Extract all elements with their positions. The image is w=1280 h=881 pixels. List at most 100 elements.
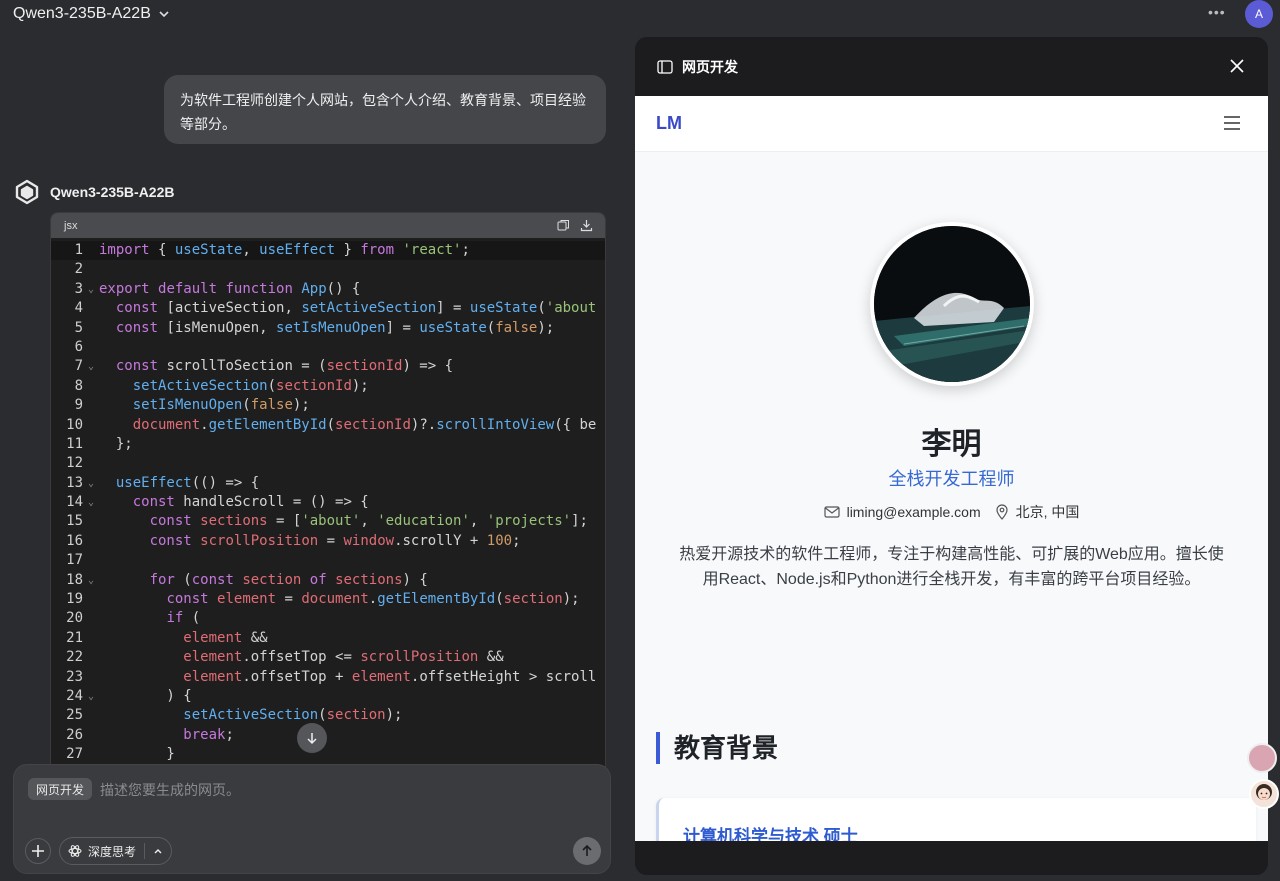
preview-panel: 网页开发 LM 李明 全栈开发工程师 liming@example.com 北京… — [635, 37, 1268, 875]
code-line: 11 }; — [51, 435, 605, 454]
menu-icon[interactable] — [1224, 116, 1240, 130]
line-number: 7 — [74, 358, 83, 375]
top-bar: Qwen3-235B-A22B ••• A — [0, 0, 1280, 30]
mode-chip[interactable]: 网页开发 — [28, 778, 93, 800]
location-item: 北京, 中国 — [995, 502, 1079, 522]
code-line: 18 ⌄ for (const section of sections) { — [51, 571, 605, 590]
email-item[interactable]: liming@example.com — [823, 502, 981, 522]
line-number: 14 — [66, 494, 83, 511]
code-text: const [isMenuOpen, setIsMenuOpen] = useS… — [115, 319, 555, 336]
scroll-down-button[interactable] — [297, 723, 327, 753]
line-number: 6 — [74, 338, 83, 355]
fold-chevron-icon[interactable]: ⌄ — [83, 474, 99, 493]
code-text: break; — [183, 726, 234, 743]
qwen-logo-icon — [15, 179, 39, 205]
code-text: setActiveSection(sectionId); — [132, 377, 369, 394]
fold-gutter — [83, 396, 99, 415]
line-number: 2 — [74, 261, 83, 278]
code-text: for (const section of sections) { — [149, 571, 428, 588]
download-icon[interactable] — [580, 219, 593, 232]
fold-gutter — [83, 706, 99, 725]
assistant-float-button[interactable] — [1247, 743, 1277, 773]
code-line: 27 } — [51, 745, 605, 764]
line-number: 4 — [74, 300, 83, 317]
line-number: 20 — [66, 610, 83, 627]
assistant-name: Qwen3-235B-A22B — [50, 184, 175, 200]
prompt-input[interactable]: 描述您要生成的网页。 — [100, 780, 240, 800]
education-section-title: 教育背景 — [656, 732, 778, 764]
fold-gutter — [83, 241, 99, 260]
line-number: 16 — [66, 532, 83, 549]
line-number: 27 — [66, 746, 83, 763]
code-line: 4 const [activeSection, setActiveSection… — [51, 299, 605, 318]
code-line: 10 document.getElementById(sectionId)?.s… — [51, 416, 605, 435]
panel-footer — [635, 841, 1268, 875]
line-number: 13 — [66, 474, 83, 491]
fold-gutter — [83, 319, 99, 338]
site-logo[interactable]: LM — [656, 113, 682, 134]
model-selector[interactable]: Qwen3-235B-A22B — [13, 5, 171, 23]
copy-icon[interactable] — [557, 219, 570, 232]
model-selector-label: Qwen3-235B-A22B — [13, 5, 151, 22]
user-message: 为软件工程师创建个人网站，包含个人介绍、教育背景、项目经验等部分。 — [164, 75, 606, 144]
more-horizontal-icon[interactable]: ••• — [1208, 4, 1226, 20]
line-number: 17 — [66, 552, 83, 569]
code-block: jsx 1 import { useState, useEffect } from… — [50, 212, 606, 767]
assistant-header: Qwen3-235B-A22B — [13, 178, 175, 206]
arrow-up-icon — [582, 844, 592, 856]
code-lines: 1 import { useState, useEffect } from 're… — [51, 238, 605, 765]
code-text: export default function App() { — [99, 280, 361, 297]
code-line: 9 setIsMenuOpen(false); — [51, 396, 605, 415]
code-line: 13 ⌄ useEffect(() => { — [51, 474, 605, 493]
fold-gutter — [83, 590, 99, 609]
code-text: useEffect(() => { — [115, 474, 260, 491]
fold-chevron-icon[interactable]: ⌄ — [83, 280, 99, 299]
fold-gutter — [83, 668, 99, 687]
fold-chevron-icon[interactable]: ⌄ — [83, 571, 99, 590]
fold-gutter — [83, 435, 99, 454]
fold-gutter — [83, 609, 99, 628]
code-text: if ( — [166, 610, 201, 627]
line-number: 15 — [66, 513, 83, 530]
fold-gutter — [83, 745, 99, 764]
education-degree: 计算机科学与技术 硕士 — [683, 827, 858, 841]
divider — [144, 843, 146, 859]
avatar[interactable]: A — [1245, 0, 1273, 28]
line-number: 21 — [66, 629, 83, 646]
code-line: 26 break; — [51, 726, 605, 745]
code-text: import { useState, useEffect } from 'rea… — [99, 242, 470, 258]
code-line: 22 element.offsetTop <= scrollPosition &… — [51, 648, 605, 667]
person-name: 李明 — [921, 428, 982, 461]
fold-chevron-icon[interactable]: ⌄ — [83, 687, 99, 706]
chevron-down-icon — [159, 11, 169, 18]
code-text: } — [99, 746, 175, 763]
email-text: liming@example.com — [846, 504, 981, 520]
fold-chevron-icon[interactable]: ⌄ — [83, 357, 99, 376]
code-block-header: jsx — [51, 213, 605, 238]
code-text: element.offsetTop <= scrollPosition && — [183, 649, 504, 666]
deep-think-label: 深度思考 — [88, 844, 137, 859]
mail-icon — [823, 506, 840, 518]
close-icon[interactable] — [1228, 57, 1246, 75]
code-text: element && — [183, 629, 268, 646]
send-button[interactable] — [573, 837, 601, 865]
map-pin-icon — [996, 504, 1008, 520]
website-preview[interactable]: LM 李明 全栈开发工程师 liming@example.com 北京, 中国 … — [635, 96, 1268, 841]
code-text: const element = document.getElementById(… — [166, 591, 580, 608]
line-number: 22 — [66, 649, 83, 666]
fold-gutter — [83, 299, 99, 318]
line-number: 5 — [74, 319, 83, 336]
line-number: 24 — [66, 687, 83, 704]
chevron-up-icon[interactable] — [153, 846, 163, 856]
character-float-button[interactable] — [1249, 779, 1279, 809]
fold-gutter — [83, 551, 99, 570]
atom-icon — [68, 845, 82, 857]
wave-photo-image — [874, 226, 1030, 382]
add-attachment-button[interactable] — [25, 838, 51, 864]
code-language-label: jsx — [64, 219, 78, 232]
code-line: 23 element.offsetTop + element.offsetHei… — [51, 668, 605, 687]
fold-gutter — [83, 532, 99, 551]
fold-chevron-icon[interactable]: ⌄ — [83, 493, 99, 512]
deep-think-toggle[interactable]: 深度思考 — [59, 837, 173, 865]
fold-gutter — [83, 648, 99, 667]
